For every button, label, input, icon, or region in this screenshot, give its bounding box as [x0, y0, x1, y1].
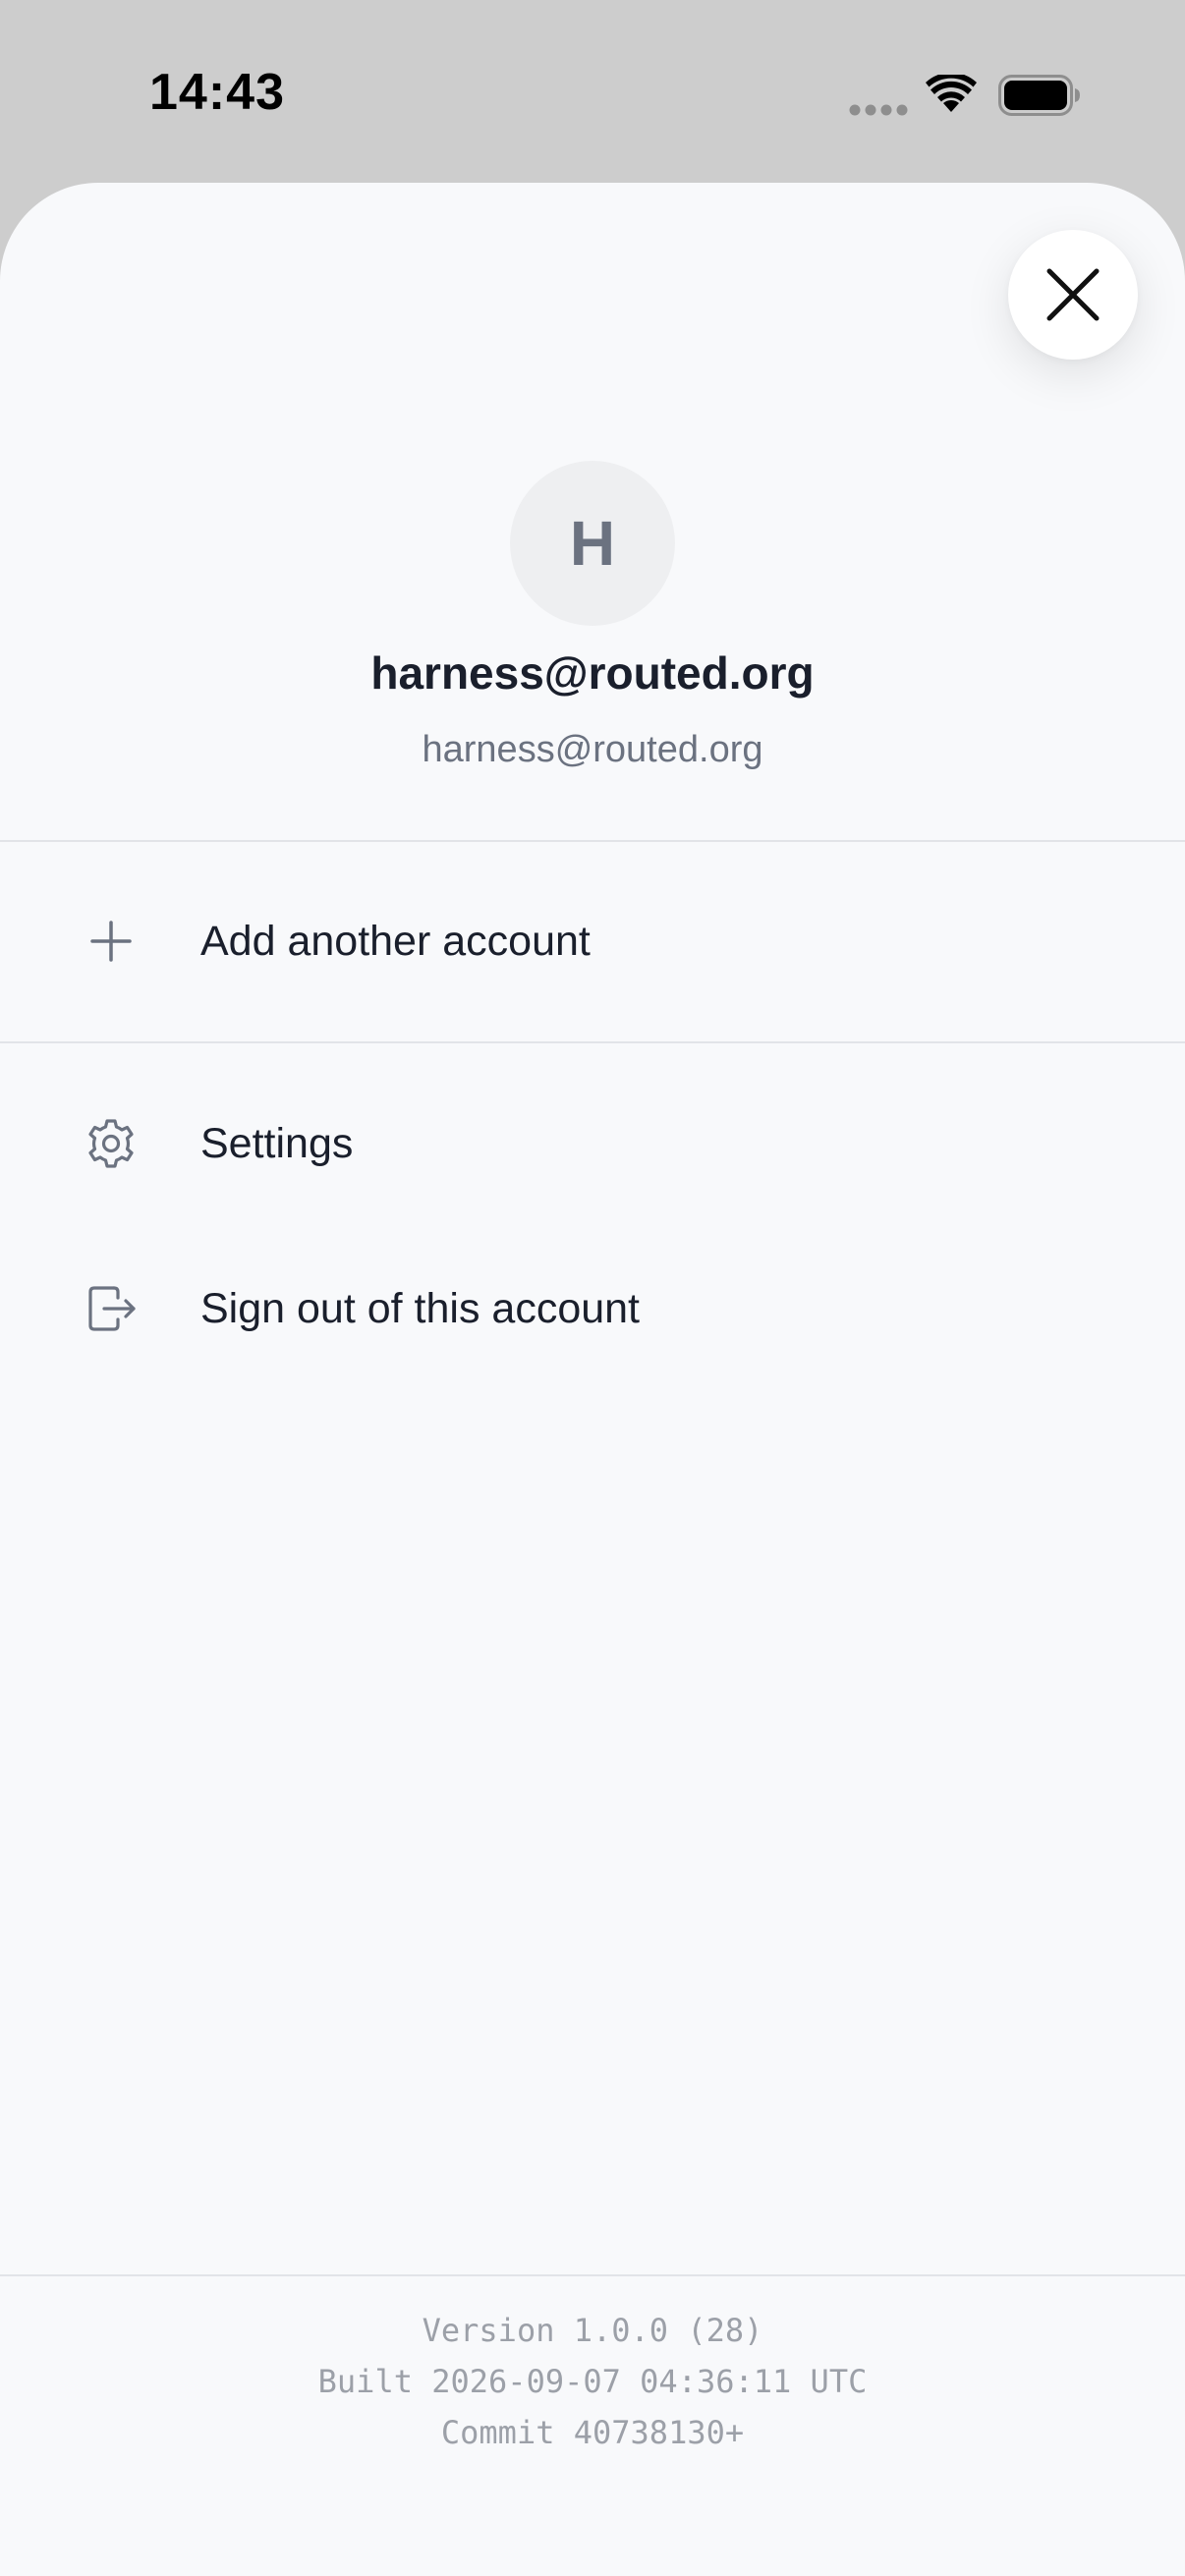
wifi-icon	[926, 72, 977, 114]
cellular-signal-icon	[849, 103, 908, 117]
account-email: harness@routed.org	[422, 729, 763, 770]
build-info: Version 1.0.0 (28) Built 2026-09-07 04:3…	[0, 2305, 1185, 2458]
settings-button[interactable]: Settings	[0, 1070, 1185, 1217]
commit-text: Commit 40738130+	[440, 2414, 745, 2451]
version-text: Version 1.0.0 (28)	[422, 2312, 763, 2349]
sign-out-button[interactable]: Sign out of this account	[0, 1235, 1185, 1382]
build-date-text: Built 2026-09-07 04:36:11 UTC	[317, 2363, 868, 2400]
divider	[0, 1041, 1185, 1043]
settings-label: Settings	[200, 1119, 354, 1167]
divider	[0, 840, 1185, 842]
divider	[0, 2274, 1185, 2276]
close-button[interactable]	[1008, 230, 1138, 360]
account-sheet: H harness@routed.org harness@routed.org …	[0, 183, 1185, 2576]
account-name: harness@routed.org	[370, 647, 815, 699]
sign-out-label: Sign out of this account	[200, 1284, 641, 1332]
sign-out-icon	[85, 1282, 138, 1335]
gear-icon	[85, 1117, 138, 1170]
plus-icon	[85, 915, 138, 968]
add-account-button[interactable]: Add another account	[0, 868, 1185, 1015]
status-time: 14:43	[149, 64, 285, 121]
add-account-label: Add another account	[200, 917, 591, 965]
status-bar: 14:43	[0, 0, 1185, 187]
close-icon	[1046, 268, 1100, 321]
avatar: H	[510, 461, 675, 626]
avatar-initial: H	[569, 508, 616, 579]
battery-icon	[998, 75, 1081, 116]
